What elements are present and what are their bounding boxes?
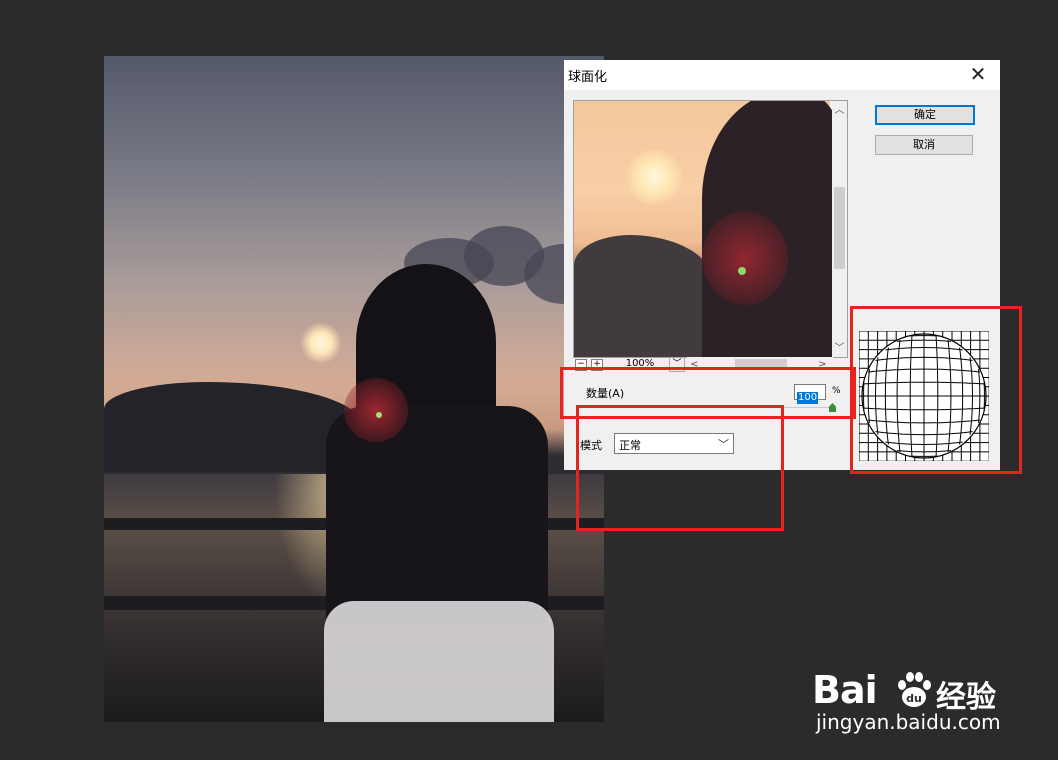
girl-skirt (324, 601, 554, 722)
green-dot (376, 412, 382, 418)
highlight-box-mode (576, 405, 784, 531)
svg-text:du: du (906, 692, 922, 705)
dialog-titlebar[interactable]: 球面化 ✕ (564, 60, 1000, 90)
vertical-scroll-thumb[interactable] (834, 187, 845, 269)
preview-image[interactable] (574, 101, 842, 357)
preview-vertical-scrollbar[interactable]: ︿ ﹀ (832, 101, 847, 357)
watermark-url: jingyan.baidu.com (816, 710, 1001, 734)
preview-hill (574, 235, 714, 357)
ok-button[interactable]: 确定 (875, 105, 975, 125)
girl-body (326, 406, 548, 626)
highlight-box-grid (850, 306, 1022, 474)
baidu-paw-icon: du (898, 672, 931, 707)
preview-flare (702, 211, 788, 305)
cancel-button[interactable]: 取消 (875, 135, 973, 155)
dialog-title: 球面化 (568, 70, 608, 85)
sun (300, 322, 342, 364)
watermark-logo-bai: Bai (812, 668, 878, 712)
close-icon[interactable]: ✕ (966, 62, 990, 86)
scroll-down-icon[interactable]: ﹀ (832, 341, 847, 356)
filter-preview[interactable]: ︿ ﹀ (573, 100, 848, 358)
hill (104, 382, 364, 472)
red-lens-flare (344, 378, 408, 442)
scroll-up-icon[interactable]: ︿ (832, 103, 847, 118)
canvas-photo (104, 56, 604, 722)
preview-sun (626, 149, 682, 205)
preview-green-dot (738, 267, 746, 275)
